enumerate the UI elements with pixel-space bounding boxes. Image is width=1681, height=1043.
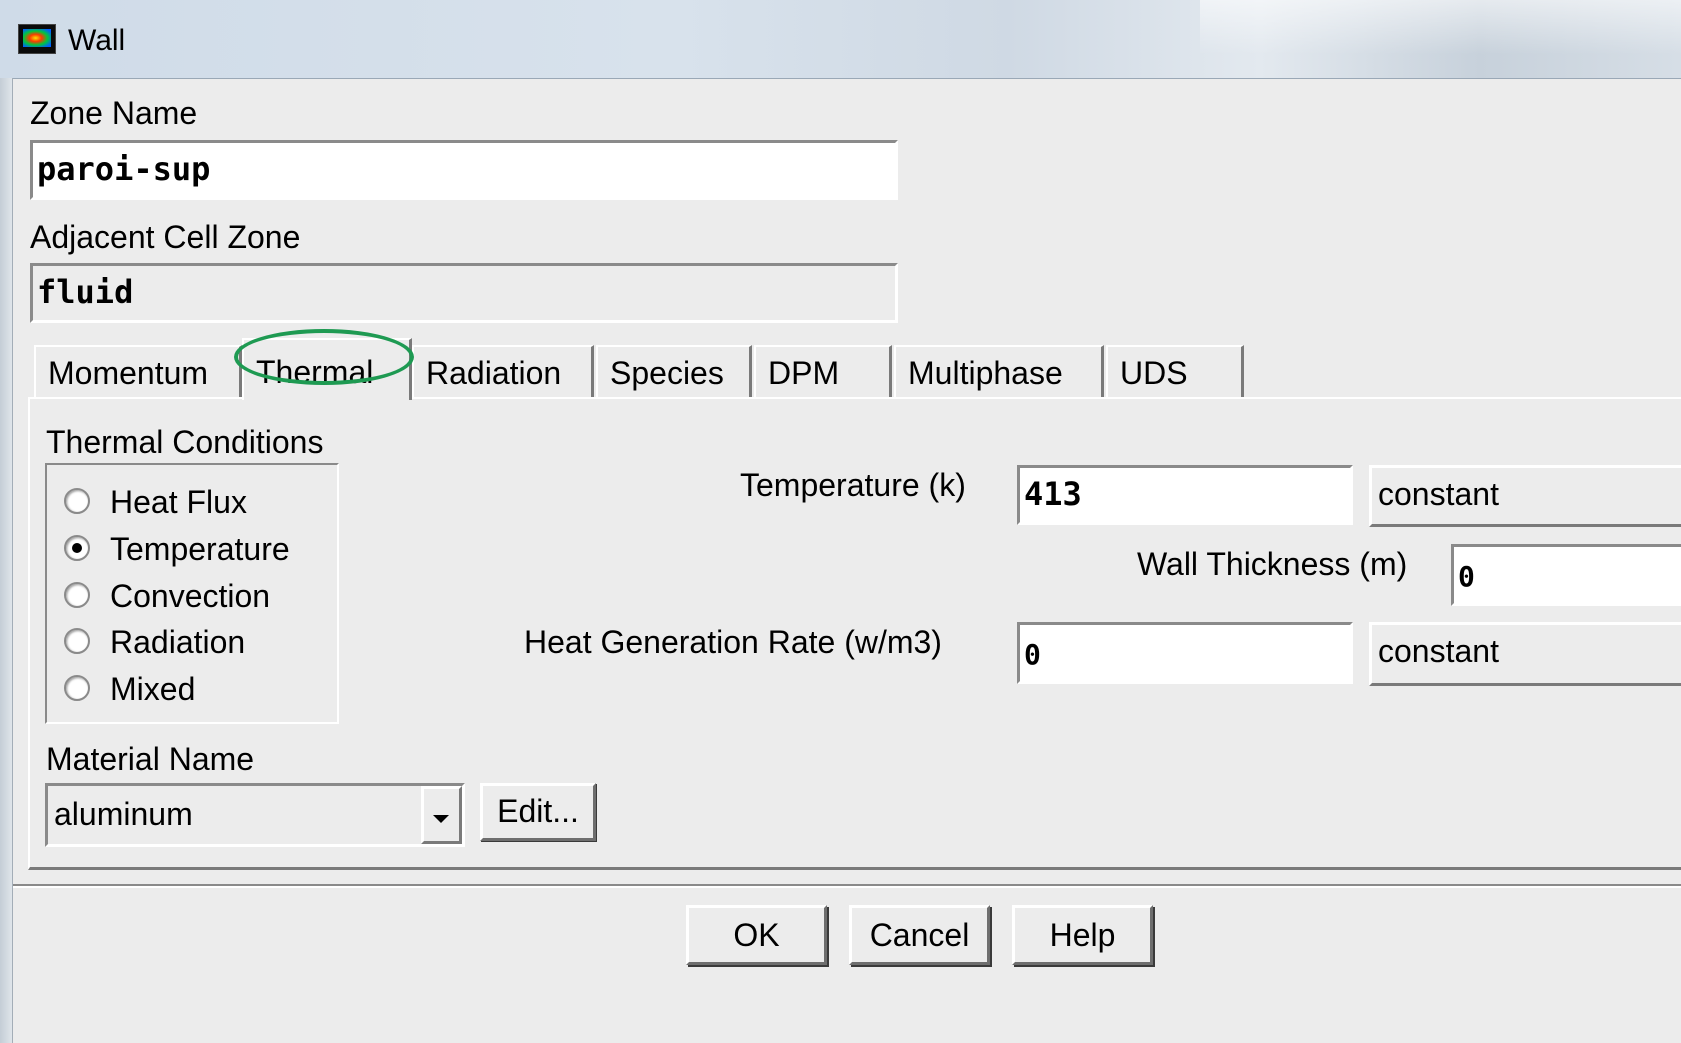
wall-thickness-label: Wall Thickness (m) (1137, 546, 1408, 582)
dropdown-arrow-button[interactable] (421, 786, 462, 844)
material-name-label: Material Name (46, 741, 255, 777)
adjacent-cell-zone-label: Adjacent Cell Zone (30, 219, 301, 255)
material-name-value: aluminum (54, 796, 193, 832)
zone-name-value: paroi-sup (37, 150, 211, 188)
adjacent-cell-zone-value: fluid (37, 273, 134, 311)
tab-thermal[interactable]: Thermal (242, 338, 412, 400)
temperature-value: 413 (1024, 475, 1082, 513)
temperature-input[interactable]: 413 (1017, 465, 1353, 525)
tab-radiation[interactable]: Radiation (412, 345, 594, 397)
zone-name-label: Zone Name (30, 95, 198, 131)
wall-thickness-value: 0 (1458, 560, 1475, 593)
radio-convection-indicator[interactable] (64, 582, 90, 608)
heat-generation-rate-value: 0 (1024, 638, 1041, 671)
window-title: Wall (68, 24, 126, 57)
help-button[interactable]: Help (1012, 905, 1153, 965)
temperature-profile-select[interactable]: constant (1369, 465, 1681, 527)
heat-generation-rate-label: Heat Generation Rate (w/m3) (524, 624, 942, 660)
tab-momentum[interactable]: Momentum (34, 345, 242, 397)
radio-mixed-label: Mixed (110, 671, 196, 707)
title-bar: Wall (0, 0, 1681, 79)
tab-species[interactable]: Species (596, 345, 752, 397)
adjacent-cell-zone-field: fluid (30, 263, 898, 323)
radio-mixed-indicator[interactable] (64, 675, 90, 701)
zone-name-input[interactable]: paroi-sup (30, 140, 898, 200)
footer-separator (13, 884, 1681, 888)
radio-radiation-label: Radiation (110, 624, 246, 660)
window-frame-left (0, 78, 13, 1043)
edit-material-button[interactable]: Edit... (480, 783, 596, 841)
ok-button[interactable]: OK (686, 905, 827, 965)
radio-heat-flux-label: Heat Flux (110, 484, 247, 520)
heat-generation-profile-select[interactable]: constant (1369, 622, 1681, 686)
tab-uds[interactable]: UDS (1106, 345, 1244, 397)
cancel-button[interactable]: Cancel (849, 905, 990, 965)
radio-heat-flux-indicator[interactable] (64, 488, 90, 514)
radio-temperature-label: Temperature (110, 531, 290, 567)
tab-dpm[interactable]: DPM (754, 345, 892, 397)
radio-radiation-indicator[interactable] (64, 628, 90, 654)
thermal-conditions-label: Thermal Conditions (46, 424, 324, 460)
heat-generation-rate-input[interactable]: 0 (1017, 622, 1353, 684)
chevron-down-icon (433, 815, 449, 823)
radio-temperature-indicator[interactable] (64, 535, 90, 561)
temperature-profile-value: constant (1378, 476, 1499, 512)
temperature-label: Temperature (k) (740, 467, 966, 503)
fluent-app-icon (18, 24, 56, 54)
material-name-dropdown[interactable]: aluminum (45, 783, 465, 847)
heat-generation-profile-value: constant (1378, 633, 1499, 669)
wall-thickness-input[interactable]: 0 (1451, 544, 1681, 606)
radio-convection-label: Convection (110, 578, 271, 614)
tab-multiphase[interactable]: Multiphase (894, 345, 1104, 397)
